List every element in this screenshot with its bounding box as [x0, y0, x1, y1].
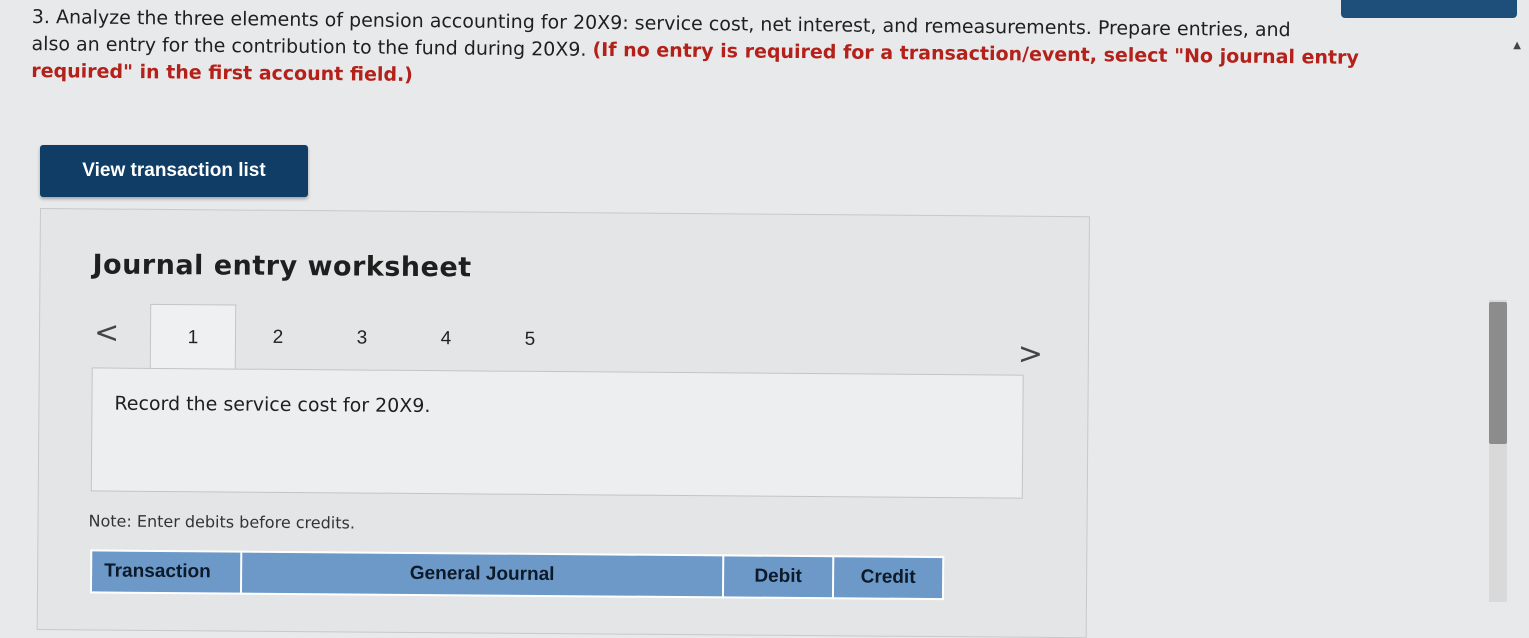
tab-4[interactable]: 4 [404, 306, 489, 373]
journal-entry-worksheet-panel: Journal entry worksheet < 1 2 3 4 5 > Re… [36, 208, 1090, 638]
question-line-2-red: (If no entry is required for a transacti… [592, 38, 1359, 69]
tab-5[interactable]: 5 [488, 307, 573, 374]
tab-2[interactable]: 2 [236, 305, 321, 372]
next-arrow-icon[interactable]: > [1018, 337, 1043, 372]
previous-arrow-icon[interactable]: < [94, 315, 119, 350]
scrollbar-thumb[interactable] [1489, 302, 1507, 444]
record-instruction-text: Record the service cost for 20X9. [114, 392, 431, 418]
view-transaction-list-button[interactable]: View transaction list [40, 145, 308, 197]
scroll-up-arrow-icon[interactable]: ▲ [1513, 40, 1521, 51]
general-journal-table: Transaction General Journal Debit Credit [90, 549, 944, 600]
question-text: 3. Analyze the three elements of pension… [31, 4, 1472, 100]
note-text: Note: Enter debits before credits. [88, 511, 356, 533]
top-tab-button[interactable] [1341, 0, 1517, 18]
record-instruction-box: Record the service cost for 20X9. [90, 367, 1024, 499]
question-line-2-plain: also an entry for the contribution to th… [31, 32, 593, 61]
header-debit: Debit [722, 555, 834, 599]
worksheet-title: Journal entry worksheet [92, 249, 472, 284]
worksheet-tabs: 1 2 3 4 5 [149, 303, 573, 374]
tab-1[interactable]: 1 [149, 303, 237, 372]
journal-header-row: Transaction General Journal Debit Credit [90, 550, 944, 600]
header-general-journal: General Journal [240, 551, 724, 598]
header-transaction: Transaction [90, 550, 242, 594]
tab-3[interactable]: 3 [320, 305, 405, 372]
header-credit: Credit [832, 556, 944, 600]
